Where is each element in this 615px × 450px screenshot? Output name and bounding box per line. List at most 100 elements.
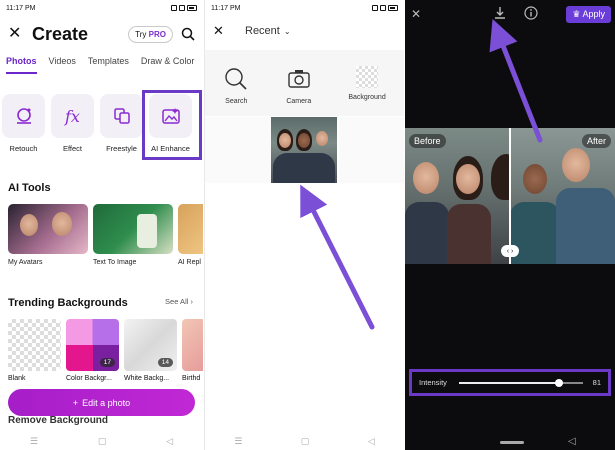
background-white[interactable]: 14 White Backg...	[124, 319, 177, 382]
see-all-label: See All	[165, 297, 189, 306]
tool-label: Retouch	[9, 144, 38, 153]
color-background-thumbnail: 17	[66, 319, 119, 371]
before-image	[405, 128, 521, 264]
close-icon[interactable]: ✕	[411, 7, 421, 21]
edit-photo-label: Edit a photo	[82, 397, 131, 408]
text-to-image-thumbnail	[93, 204, 173, 254]
tab-videos[interactable]: Videos	[49, 56, 76, 76]
page-title: Create	[32, 23, 89, 44]
transparent-grid-icon	[356, 66, 379, 88]
apply-label: Apply	[582, 9, 605, 19]
ai-tool-text-to-image[interactable]: Text To Image	[93, 204, 173, 266]
svg-text:fx: fx	[64, 107, 80, 126]
tool-label: Freestyle	[106, 144, 137, 153]
background-label: White Backg...	[124, 375, 170, 382]
nav-home-icon[interactable]: ▢	[98, 436, 107, 447]
count-badge: 17	[99, 358, 115, 367]
intensity-label: Intensity	[419, 378, 447, 387]
source-camera[interactable]: Camera	[286, 66, 312, 116]
photo-sources: Search Camera Background	[205, 50, 404, 116]
camera-icon	[288, 70, 310, 88]
ai-enhance-screen: ✕ ♛ Apply ‹ › Before After Intensity 81 …	[405, 0, 615, 450]
close-icon[interactable]: ✕	[8, 26, 24, 42]
gallery-empty-slot	[339, 117, 404, 183]
tab-draw-color[interactable]: Draw & Color	[141, 56, 195, 76]
category-tabs: Photos Videos Templates Draw & Color	[6, 56, 203, 76]
birthday-background-thumbnail	[182, 319, 203, 371]
gallery-photo[interactable]	[271, 117, 337, 183]
source-search[interactable]: Search	[223, 66, 249, 116]
tool-retouch[interactable]: Retouch	[2, 94, 45, 153]
chevron-down-icon: ⌄	[283, 26, 291, 36]
background-color[interactable]: 17 Color Backgr...	[66, 319, 119, 382]
status-time: 11:17 PM	[6, 4, 36, 12]
intensity-slider[interactable]	[458, 378, 583, 387]
chevron-right-icon: ›	[190, 297, 194, 306]
background-birthday[interactable]: Birthd	[182, 319, 203, 382]
try-pro-button[interactable]: Try PRO	[128, 25, 173, 43]
album-dropdown[interactable]: Recent ⌄	[245, 25, 291, 37]
background-label: Blank	[8, 375, 26, 382]
photo-picker-screen: 11:17 PM ✕ Recent ⌄ Search Camera Backgro…	[204, 0, 404, 450]
ai-replace-thumbnail	[178, 204, 203, 254]
ai-tool-label: Text To Image	[93, 259, 137, 266]
after-image	[510, 128, 615, 264]
create-screen: 11:17 PM ✕ Create Try PRO Photos Videos …	[0, 0, 203, 450]
before-label: Before	[409, 134, 446, 148]
remove-background-title: Remove Background	[8, 415, 109, 426]
photo-grid	[205, 117, 404, 437]
ai-enhance-highlight-frame	[142, 90, 202, 160]
intensity-knob[interactable]	[555, 378, 564, 387]
status-bar: 11:17 PM	[0, 0, 203, 16]
download-icon[interactable]	[493, 6, 507, 20]
edit-photo-button[interactable]: + Edit a photo	[8, 389, 195, 416]
info-icon[interactable]	[524, 6, 538, 20]
background-label: Color Backgr...	[66, 375, 112, 382]
ai-tools-title: AI Tools	[8, 182, 51, 194]
battery-icon	[388, 5, 398, 11]
ai-tool-label: AI Repl	[178, 259, 201, 266]
tool-effect[interactable]: fx Effect	[51, 94, 94, 153]
see-all-link[interactable]: See All ›	[165, 297, 193, 306]
try-pro-prefix: Try	[135, 29, 147, 39]
background-label: Birthd	[182, 375, 201, 382]
tab-templates[interactable]: Templates	[88, 56, 129, 76]
ai-tools-row: My Avatars Text To Image AI Repl	[8, 204, 203, 266]
gallery-empty-slot	[205, 117, 271, 183]
intensity-control: Intensity 81	[409, 369, 611, 396]
nav-recents-icon[interactable]: ☰	[30, 436, 38, 447]
compare-slider-handle[interactable]: ‹ ›	[501, 245, 519, 257]
status-bar: 11:17 PM	[205, 0, 404, 16]
crown-icon: ♛	[572, 9, 581, 19]
status-time: 11:17 PM	[211, 4, 241, 12]
plus-icon: +	[72, 397, 79, 408]
nav-recents-icon[interactable]: ☰	[234, 436, 242, 447]
status-icons	[171, 5, 197, 11]
ai-tool-my-avatars[interactable]: My Avatars	[8, 204, 88, 266]
white-background-thumbnail: 14	[124, 319, 177, 371]
nav-home-icon[interactable]: ▢	[301, 436, 310, 447]
compare-divider	[509, 128, 511, 264]
nav-back-icon[interactable]: ◁	[568, 436, 576, 447]
nav-back-icon[interactable]: ◁	[166, 436, 173, 447]
search-icon[interactable]	[181, 27, 195, 41]
apply-button[interactable]: ♛ Apply	[566, 6, 611, 23]
nav-back-icon[interactable]: ◁	[368, 436, 375, 447]
retouch-icon	[16, 108, 31, 124]
tool-freestyle[interactable]: Freestyle	[100, 94, 143, 153]
source-background[interactable]: Background	[348, 66, 386, 116]
fx-icon: fx	[64, 107, 80, 126]
home-indicator[interactable]	[500, 441, 524, 444]
before-after-preview[interactable]: ‹ › Before After	[405, 128, 615, 264]
source-label: Search	[225, 98, 248, 105]
freestyle-icon	[113, 108, 130, 124]
tab-photos[interactable]: Photos	[6, 56, 37, 76]
background-blank[interactable]: Blank	[8, 319, 61, 382]
after-label: After	[581, 134, 611, 148]
count-badge: 14	[157, 358, 173, 367]
close-icon[interactable]: ✕	[213, 24, 229, 37]
intensity-fill	[458, 381, 560, 384]
ai-tool-ai-replace[interactable]: AI Repl	[178, 204, 203, 266]
tool-label: Effect	[62, 144, 83, 153]
system-nav-bar: ☰ ▢ ◁	[0, 432, 203, 450]
